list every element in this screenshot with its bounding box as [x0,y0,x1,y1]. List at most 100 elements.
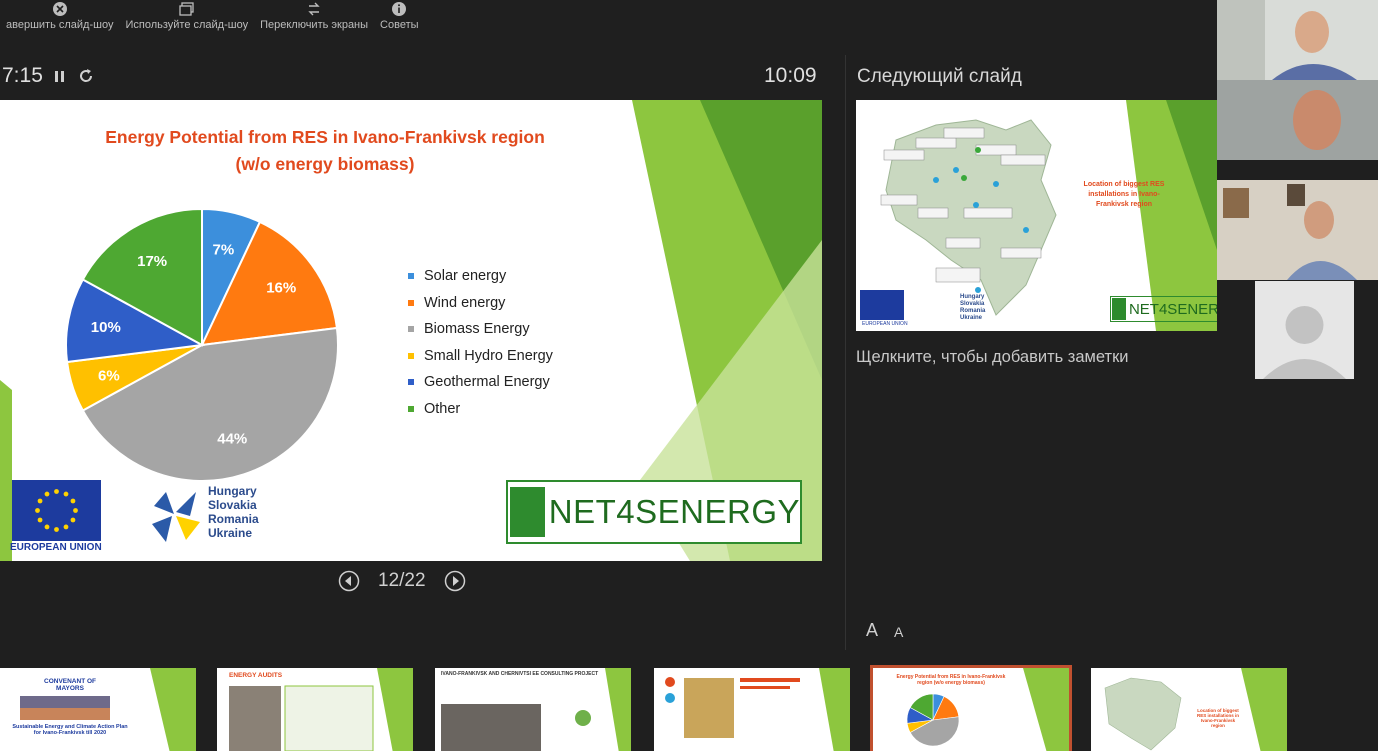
user-avatar-icon [1263,306,1346,379]
slide-thumbnail[interactable]: ENERGY AUDITS [217,668,413,751]
eu-star-icon [70,498,76,504]
close-icon [52,2,67,16]
preview-net-mark-icon [1112,298,1126,320]
legend-swatch [408,326,414,333]
country-line: Slovakia [208,498,257,512]
swap-icon [308,2,320,16]
eu-star-icon [54,527,59,532]
info-icon [392,2,407,16]
eu-star-icon [44,524,50,530]
eu-star-icon [35,508,40,513]
slide-thumbnail[interactable]: IVANO-FRANKIVSK AND CHERNIVTSI EE CONSUL… [435,668,631,751]
interreg-countries: Hungary Slovakia Romania Ukraine [208,484,259,540]
next-slide-icon[interactable] [444,570,466,592]
presenter-view: авершить слайд-шоу Используйте слайд-шоу… [0,0,1378,751]
participant-video-frame [1217,180,1378,280]
pause-icon[interactable] [53,68,67,84]
legend-label: Other [424,400,461,417]
pie-data-label: 17% [137,253,167,270]
pie-data-label: 10% [91,319,121,336]
window-icon [179,2,194,16]
legend-swatch [408,352,414,359]
country-line: Ukraine [208,526,253,540]
net4senergy-text: NET4SENERGY [548,493,800,530]
slide-counter: 12/22 [378,570,426,591]
end-slideshow-button[interactable]: авершить слайд-шоу [0,0,119,40]
elapsed-time: 7:15 [2,64,43,87]
video-tiles [1217,0,1378,280]
restart-icon[interactable] [77,67,95,85]
legend-swatch [408,379,414,386]
previous-slide-icon[interactable] [338,570,360,592]
pie-data-label: 7% [213,242,235,259]
slide-navigation: 12/22 [338,570,466,592]
preview-eu-flag [860,290,904,320]
legend-item: Small Hydro Energy [408,343,553,370]
participant-video[interactable] [1217,180,1378,280]
slide-thumbnail[interactable] [654,668,850,751]
participant-video-frame [1217,80,1378,160]
current-slide[interactable]: Energy Potential from RES in Ivano-Frank… [0,100,822,561]
increase-font-button[interactable]: A [866,620,878,641]
country-line: Hungary [960,294,985,300]
net4senergy-mark-icon [510,487,545,537]
preview-eu-label: EUROPEAN UNION [862,321,908,327]
eu-star-icon [44,491,50,497]
font-size-controls: A A [866,620,903,641]
eu-star-icon [63,524,69,530]
preview-net-text: NET4SENER [1128,300,1217,318]
pie-chart: 7% 16% 44% 6% 10% 17% [65,207,339,482]
legend-label: Solar energy [424,268,507,285]
tips-label: Советы [380,19,419,31]
legend-swatch [408,273,414,280]
thumbnail-subtitle: Sustainable Energy and Climate Action Pl… [12,724,128,736]
preview-net-logo: NET4SENER [1110,296,1217,322]
eu-star-icon [70,517,76,523]
thumbnail-title: Energy Potential from RES in Ivano-Frank… [896,674,1006,686]
slide-title: Energy Potential from RES in Ivano-Frank… [0,124,650,178]
swap-displays-button[interactable]: Переключить экраны [254,0,374,40]
participant-video[interactable] [1217,0,1378,80]
legend-item: Other [408,396,553,423]
speaker-notes[interactable]: Щелкните, чтобы добавить заметки [856,348,1129,367]
country-line: Romania [208,512,259,526]
swap-displays-label: Переключить экраны [260,19,369,31]
next-slide-heading: Следующий слайд [857,66,1022,87]
preview-title: Location of biggest RES installations in… [1083,181,1165,208]
pane-divider[interactable] [845,55,846,650]
interreg-logo-icon [152,492,200,542]
net4senergy-logo: NET4SENERGY [506,480,802,544]
use-slideshow-button[interactable]: Используйте слайд-шоу [119,0,254,40]
next-slide-preview[interactable]: Location of biggest RES installations in… [856,100,1217,331]
eu-star-icon [73,508,78,513]
participant-video[interactable] [1217,80,1378,160]
legend-label: Biomass Energy [424,321,530,338]
thumbnail-title: CONVENANT OF MAYORS [44,678,96,692]
thumbnail-graphic [665,668,850,751]
slide-title-line2: (w/o energy biomass) [235,154,415,174]
tips-button[interactable]: Советы [374,0,424,40]
legend-label: Wind energy [424,294,506,311]
end-slideshow-label: авершить слайд-шоу [6,19,114,31]
slide-thumbnail-current[interactable]: Energy Potential from RES in Ivano-Frank… [870,665,1072,751]
legend-item: Biomass Energy [408,316,553,343]
legend-swatch [408,299,414,306]
legend-item: Geothermal Energy [408,369,553,396]
slide-thumbnail[interactable]: CONVENANT OF MAYORS Sustainable Energy a… [0,668,196,751]
eu-star-icon [63,491,69,497]
legend-item: Wind energy [408,290,553,317]
participant-avatar[interactable] [1255,281,1354,379]
thumbnail-graphic [441,668,631,751]
slide-thumbnail[interactable]: Location of biggest RES installations in… [1091,668,1287,751]
country-line: Slovakia [960,301,985,307]
chart-legend: Solar energy Wind energy Biomass Energy Sma… [408,263,553,422]
current-time: 10:09 [764,64,817,87]
country-line: Romania [960,308,986,314]
use-slideshow-label: Используйте слайд-шоу [125,19,249,31]
country-line: Ukraine [960,315,983,321]
legend-swatch [408,405,414,412]
thumbnail-graphic [1104,668,1287,751]
decrease-font-button[interactable]: A [894,620,903,641]
legend-label: Geothermal Energy [424,374,550,391]
country-line: Hungary [208,484,257,498]
